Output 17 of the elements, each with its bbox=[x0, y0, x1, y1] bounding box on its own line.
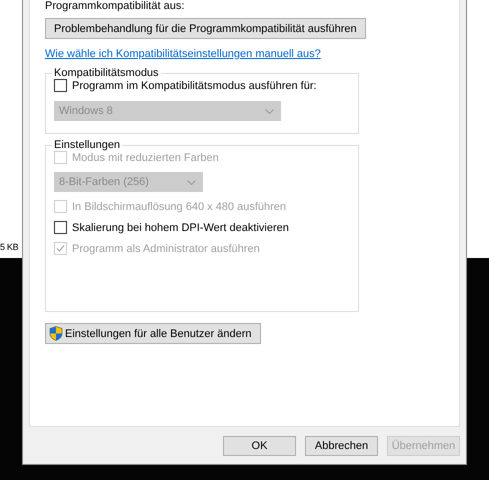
dialog-button[interactable]: OK bbox=[223, 436, 296, 456]
dialog-button[interactable]: Abbrechen bbox=[305, 436, 378, 456]
group-legend: Kompatibilitätsmodus bbox=[52, 67, 161, 79]
help-link[interactable]: Wie wähle ich Kompatibilitätseinstellungen manuell aus? bbox=[45, 48, 444, 60]
background-text: 5 KB bbox=[0, 242, 18, 252]
shield-icon bbox=[49, 326, 63, 341]
checkbox[interactable] bbox=[54, 221, 67, 234]
group-legend: Einstellungen bbox=[52, 139, 122, 151]
checkbox-row[interactable]: Programm im Kompatibilitätsmodus ausführen für: bbox=[54, 79, 350, 92]
troubleshoot-button[interactable]: Problembehandlung für die Programmkompatibilität ausführen bbox=[45, 18, 366, 39]
checkbox[interactable] bbox=[54, 79, 67, 92]
chevron-down-icon bbox=[265, 108, 274, 114]
chevron-down-icon bbox=[187, 180, 196, 184]
all-users-button[interactable]: Einstellungen für alle Benutzer ändern bbox=[45, 323, 261, 344]
checkbox-row[interactable]: Skalierung bei hohem DPI-Wert deaktivieren bbox=[54, 221, 350, 234]
checkmark-icon bbox=[56, 244, 65, 253]
intro-text: Programmkompatibilität aus: bbox=[45, 0, 186, 12]
